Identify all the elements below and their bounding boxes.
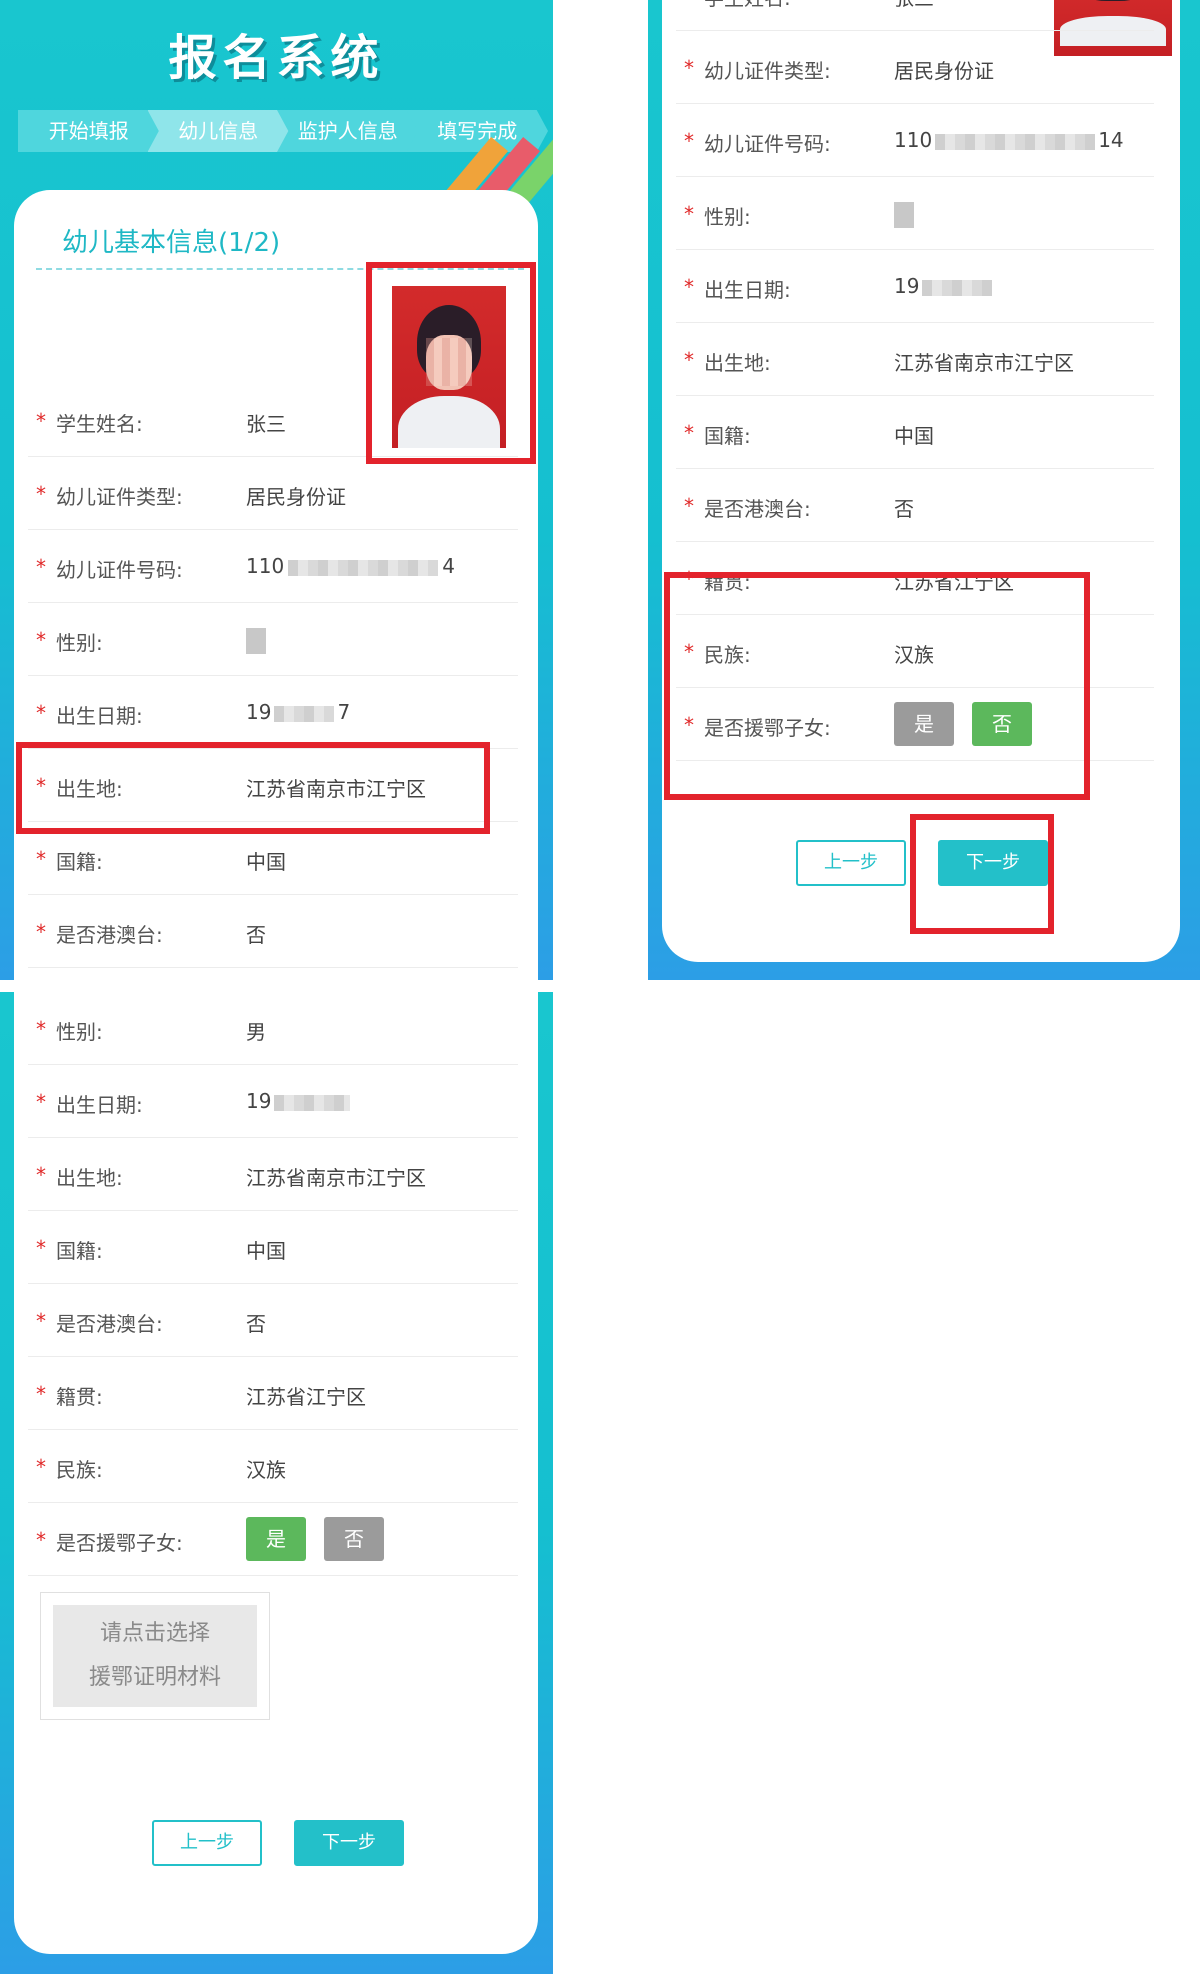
field-label: 出生日期: bbox=[56, 1093, 143, 1117]
field-label: 幼儿证件号码: bbox=[704, 132, 831, 156]
screen-panel-1: 报名系统 开始填报 幼儿信息 监护人信息 填写完成 幼儿基本信息(1/2) * … bbox=[0, 0, 553, 980]
student-name-value: 张三 bbox=[894, 0, 934, 11]
field-label: 国籍: bbox=[56, 850, 103, 874]
field-gender[interactable]: * 性别: bbox=[676, 177, 1154, 250]
field-birth-place[interactable]: * 出生地: 江苏省南京市江宁区 bbox=[676, 323, 1154, 396]
id-type-value: 居民身份证 bbox=[894, 59, 994, 83]
field-id-number[interactable]: * 幼儿证件号码: 110 14 bbox=[676, 104, 1154, 177]
field-label: 是否援鄂子女: bbox=[56, 1531, 183, 1555]
field-label: 学生姓名: bbox=[704, 0, 791, 11]
upload-line-1: 请点击选择 bbox=[99, 1621, 210, 1646]
app-title: 报名系统 bbox=[168, 30, 385, 86]
highlight-box-extra-fields bbox=[664, 572, 1090, 800]
field-label: 国籍: bbox=[56, 1239, 103, 1263]
field-label: 幼儿证件号码: bbox=[56, 558, 183, 582]
hk-macau-taiwan-value: 否 bbox=[246, 923, 266, 947]
id-type-value: 居民身份证 bbox=[246, 485, 346, 509]
field-label: 籍贯: bbox=[56, 1385, 103, 1409]
birth-date-value: 19 bbox=[246, 1089, 353, 1113]
hk-macau-taiwan-value: 否 bbox=[894, 497, 914, 521]
field-label: 性别: bbox=[56, 631, 103, 655]
student-name-value: 张三 bbox=[246, 412, 286, 436]
id-number-value: 110 14 bbox=[894, 128, 1124, 152]
highlight-box-birth-place bbox=[16, 742, 490, 834]
field-nationality[interactable]: * 国籍: 中国 bbox=[28, 1211, 518, 1284]
hubei-aid-no-button[interactable]: 否 bbox=[324, 1517, 384, 1561]
upload-proof-button[interactable]: 请点击选择 援鄂证明材料 bbox=[53, 1605, 257, 1707]
field-birth-place[interactable]: * 出生地: 江苏省南京市江宁区 bbox=[28, 1138, 518, 1211]
birth-date-value: 19 bbox=[894, 274, 995, 298]
field-gender[interactable]: * 性别: bbox=[28, 603, 518, 676]
field-label: 幼儿证件类型: bbox=[56, 485, 183, 509]
field-nationality[interactable]: * 国籍: 中国 bbox=[676, 396, 1154, 469]
field-label: 性别: bbox=[56, 1020, 103, 1044]
birth-date-value: 19 7 bbox=[246, 700, 351, 724]
field-gender[interactable]: * 性别: 男 bbox=[28, 992, 518, 1065]
field-label: 性别: bbox=[704, 205, 751, 229]
field-label: 是否港澳台: bbox=[56, 923, 163, 947]
field-id-type[interactable]: * 幼儿证件类型: 居民身份证 bbox=[28, 457, 518, 530]
field-label: 是否港澳台: bbox=[704, 497, 811, 521]
field-hk-macau-taiwan[interactable]: * 是否港澳台: 否 bbox=[28, 895, 518, 968]
nationality-value: 中国 bbox=[894, 424, 934, 448]
field-ethnicity[interactable]: * 民族: 汉族 bbox=[28, 1430, 518, 1503]
hk-macau-taiwan-value: 否 bbox=[246, 1312, 266, 1336]
progress-steps: 开始填报 幼儿信息 监护人信息 填写完成 bbox=[18, 110, 548, 152]
field-hk-macau-taiwan[interactable]: * 是否港澳台: 否 bbox=[28, 1284, 518, 1357]
upload-proof-box[interactable]: 请点击选择 援鄂证明材料 bbox=[40, 1592, 270, 1720]
field-label: 出生日期: bbox=[704, 278, 791, 302]
field-id-number[interactable]: * 幼儿证件号码: 110 4 bbox=[28, 530, 518, 603]
field-hubei-aid-child: * 是否援鄂子女: 是 否 bbox=[28, 1503, 518, 1576]
step-child-info: 幼儿信息 bbox=[147, 110, 289, 152]
field-label: 学生姓名: bbox=[56, 412, 143, 436]
prev-step-button[interactable]: 上一步 bbox=[796, 840, 906, 886]
ethnicity-value: 汉族 bbox=[246, 1458, 286, 1482]
step-guardian-info: 监护人信息 bbox=[277, 110, 419, 152]
prev-step-button[interactable]: 上一步 bbox=[152, 1820, 262, 1866]
highlight-box-next-button bbox=[910, 814, 1054, 934]
gender-value: 男 bbox=[246, 1020, 266, 1044]
screen-panel-2: * 学生姓名: 张三 * 幼儿证件类型: 居民身份证 * 幼儿证件号码: 110… bbox=[648, 0, 1200, 980]
birth-place-value: 江苏省南京市江宁区 bbox=[894, 351, 1074, 375]
field-label: 出生地: bbox=[56, 1166, 123, 1190]
id-number-value: 110 4 bbox=[246, 554, 455, 578]
field-id-type[interactable]: * 幼儿证件类型: 居民身份证 bbox=[676, 31, 1154, 104]
field-label: 国籍: bbox=[704, 424, 751, 448]
field-label: 幼儿证件类型: bbox=[704, 59, 831, 83]
step-start: 开始填报 bbox=[18, 110, 160, 152]
field-hk-macau-taiwan[interactable]: * 是否港澳台: 否 bbox=[676, 469, 1154, 542]
hubei-aid-yes-button[interactable]: 是 bbox=[246, 1517, 306, 1561]
field-birth-date[interactable]: * 出生日期: 19 7 bbox=[28, 676, 518, 749]
next-step-button[interactable]: 下一步 bbox=[294, 1820, 404, 1866]
gender-value-redacted bbox=[894, 201, 914, 228]
field-label: 出生地: bbox=[704, 351, 771, 375]
birth-place-value: 江苏省南京市江宁区 bbox=[246, 1166, 426, 1190]
field-native-place[interactable]: * 籍贯: 江苏省江宁区 bbox=[28, 1357, 518, 1430]
screen-panel-3: * 性别: 男 * 出生日期: 19 * 出生地: 江苏省南京市江宁区 * 国籍… bbox=[0, 992, 553, 1974]
field-label: 是否港澳台: bbox=[56, 1312, 163, 1336]
section-title: 幼儿基本信息(1/2) bbox=[62, 228, 281, 258]
field-student-name: * 学生姓名: 张三 bbox=[676, 0, 1154, 31]
nationality-value: 中国 bbox=[246, 1239, 286, 1263]
gender-value-redacted bbox=[246, 627, 266, 654]
native-place-value: 江苏省江宁区 bbox=[246, 1385, 366, 1409]
form-card: * 性别: 男 * 出生日期: 19 * 出生地: 江苏省南京市江宁区 * 国籍… bbox=[14, 992, 538, 1954]
highlight-box-photo bbox=[366, 262, 536, 464]
field-label: 民族: bbox=[56, 1458, 103, 1482]
field-birth-date[interactable]: * 出生日期: 19 bbox=[676, 250, 1154, 323]
field-birth-date[interactable]: * 出生日期: 19 bbox=[28, 1065, 518, 1138]
field-label: 出生日期: bbox=[56, 704, 143, 728]
nationality-value: 中国 bbox=[246, 850, 286, 874]
upload-line-2: 援鄂证明材料 bbox=[88, 1665, 221, 1690]
